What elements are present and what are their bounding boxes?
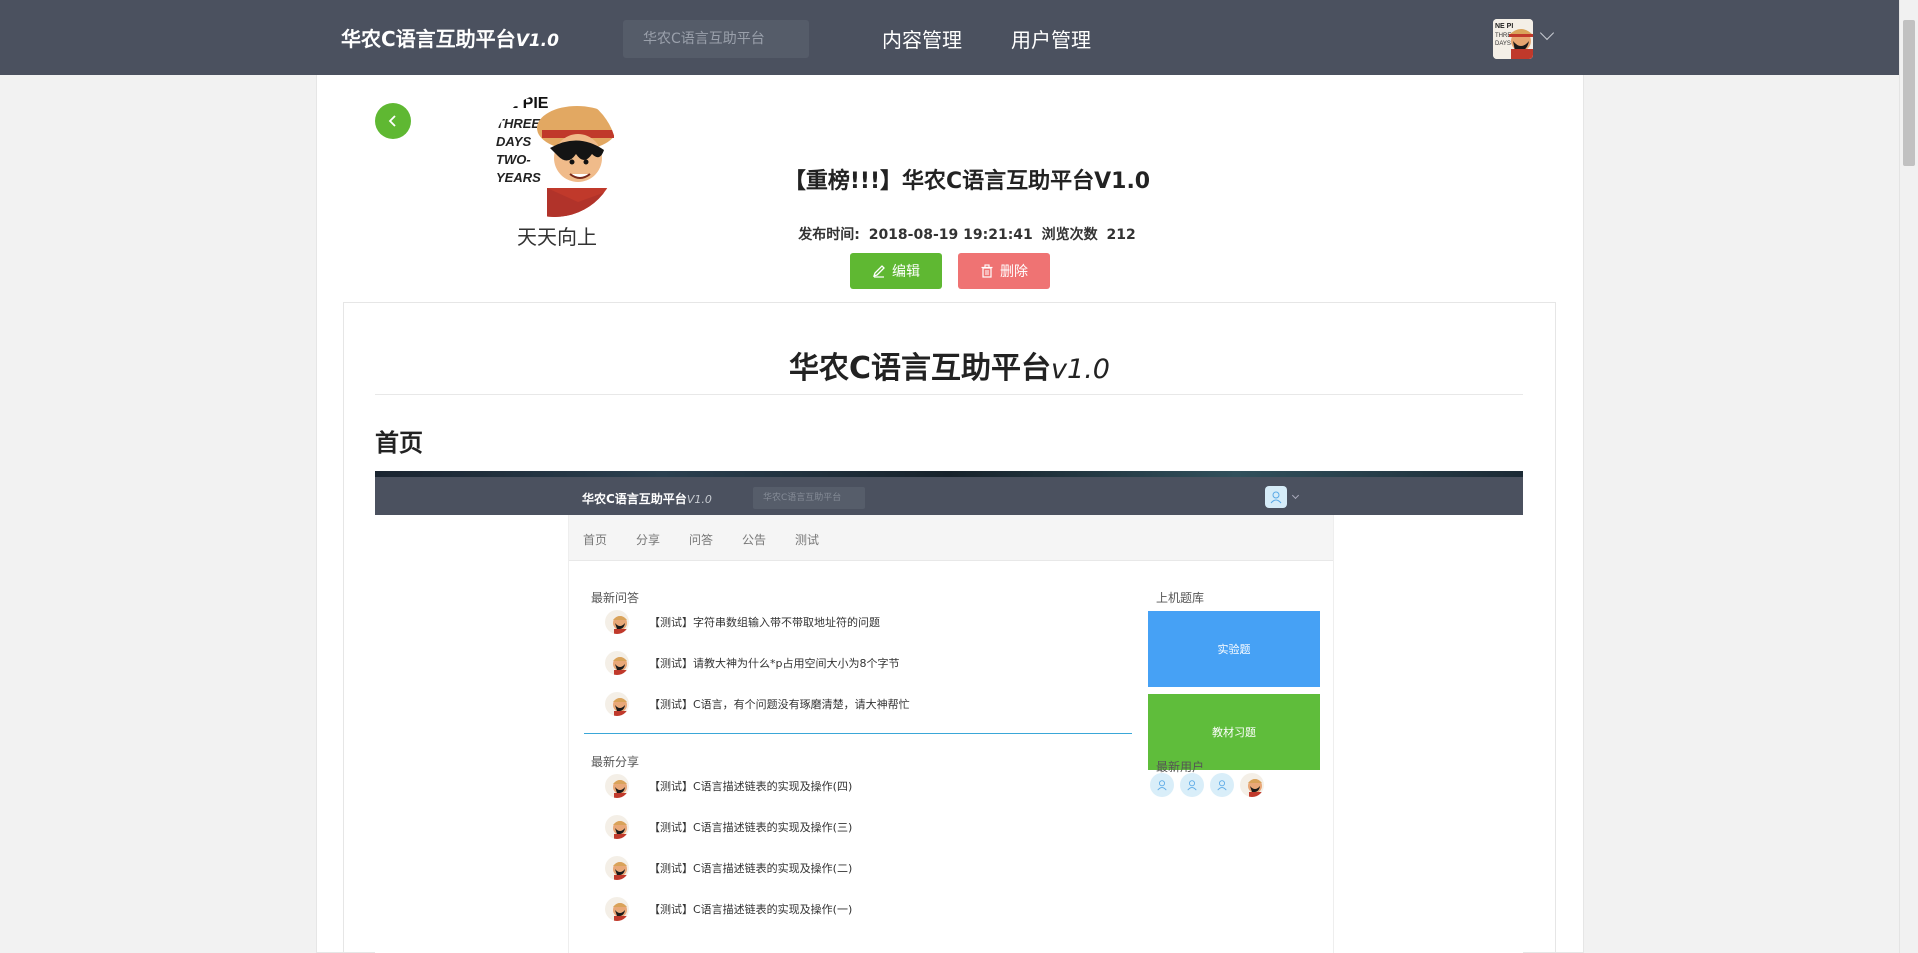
content-heading: 华农C语言互助平台v1.0	[344, 343, 1555, 387]
screenshot-tab: 公告	[742, 533, 767, 547]
svg-text:YEARS: YEARS	[496, 170, 541, 185]
post-content: 华农C语言互助平台v1.0 首页 华农C语言互助平台V1.0 华农C语言互助平台	[343, 302, 1556, 953]
chevron-down-icon	[1291, 491, 1300, 500]
list-item: 【测试】C语言描述链表的实现及操作(一)	[605, 896, 852, 922]
list-item: 【测试】C语言，有个问题没有琢磨清楚，请大神帮忙	[605, 691, 910, 717]
svg-text:THREE: THREE	[496, 116, 540, 131]
top-navbar: 华农C语言互助平台V1.0 华农C语言互助平台 内容管理 用户管理 NE PI …	[0, 0, 1899, 75]
list-item: 【测试】C语言描述链表的实现及操作(四)	[605, 773, 852, 799]
screenshot-tab: 分享	[636, 533, 661, 547]
new-users-list	[1150, 773, 1264, 797]
avatar	[605, 856, 629, 880]
svg-text:DAYS: DAYS	[1495, 41, 1511, 47]
edit-button-label: 编辑	[892, 264, 920, 280]
views-label: 浏览次数	[1041, 227, 1098, 243]
user-icon	[1180, 773, 1204, 797]
list-item-text: 【测试】C语言，有个问题没有琢磨清楚，请大神帮忙	[649, 698, 910, 711]
publish-time: 2018-08-19 19:21:41	[868, 227, 1033, 243]
list-item: 【测试】请教大神为什么*p占用空间大小为8个字节	[605, 650, 899, 676]
post-detail-card: NE PIE THREE DAYS TWO- YEARS 天天向上 【重榜!!!…	[316, 75, 1584, 953]
section-heading: 首页	[375, 429, 423, 457]
screenshot-tabs: 首页 分享 问答 公告 测试	[569, 515, 1333, 561]
section-divider	[584, 733, 1132, 734]
screenshot-share-title: 最新分享	[591, 755, 640, 769]
content-heading-text: 华农C语言互助平台	[789, 351, 1052, 386]
embedded-screenshot: 华农C语言互助平台V1.0 华农C语言互助平台 首页 分享 问答 公告 测试 最…	[375, 471, 1523, 953]
avatar	[605, 692, 629, 716]
avatar	[1240, 773, 1264, 797]
user-avatar[interactable]: NE PI THREE DAYS	[1493, 19, 1533, 59]
author-name[interactable]: 天天向上	[517, 221, 617, 250]
heading-divider	[375, 394, 1523, 395]
nav-content-management[interactable]: 内容管理	[882, 24, 962, 53]
avatar-image-icon: NE PI THREE DAYS	[1493, 19, 1533, 59]
content-heading-version: v1.0	[1051, 354, 1110, 385]
scrollbar-thumb[interactable]	[1903, 20, 1915, 166]
experiment-tile: 实验题	[1148, 611, 1320, 687]
back-button[interactable]	[375, 103, 411, 139]
screenshot-tab: 首页	[583, 533, 608, 547]
post-meta: 发布时间: 2018-08-19 19:21:41 浏览次数 212	[767, 224, 1167, 244]
screenshot-tab: 测试	[795, 533, 820, 547]
views-count: 212	[1106, 227, 1136, 243]
list-item: 【测试】字符串数组输入带不带取地址符的问题	[605, 609, 880, 635]
delete-button-label: 删除	[1000, 264, 1028, 280]
avatar	[605, 610, 629, 634]
author-avatar[interactable]: NE PIE THREE DAYS TWO- YEARS	[492, 92, 617, 217]
screenshot-logo: 华农C语言互助平台V1.0	[582, 490, 712, 507]
screenshot-qa-title: 最新问答	[591, 591, 640, 605]
pencil-icon	[872, 265, 885, 278]
svg-text:DAYS: DAYS	[496, 134, 531, 149]
search-input[interactable]: 华农C语言互助平台	[623, 20, 809, 58]
post-title: 【重榜!!!】华农C语言互助平台V1.0	[783, 169, 1151, 194]
screenshot-tab: 问答	[689, 533, 714, 547]
site-logo-version: V1.0	[515, 31, 559, 51]
list-item: 【测试】C语言描述链表的实现及操作(三)	[605, 814, 852, 840]
list-item: 【测试】C语言描述链表的实现及操作(二)	[605, 855, 852, 881]
list-item-text: 【测试】C语言描述链表的实现及操作(二)	[649, 862, 853, 875]
chevron-down-icon[interactable]	[1539, 25, 1555, 41]
avatar	[605, 651, 629, 675]
trash-icon	[981, 264, 993, 278]
avatar	[605, 774, 629, 798]
edit-button[interactable]: 编辑	[850, 253, 942, 289]
publish-time-label: 发布时间:	[798, 227, 860, 243]
screenshot-bank-title: 上机题库	[1156, 591, 1205, 605]
avatar	[605, 815, 629, 839]
list-item-text: 【测试】请教大神为什么*p占用空间大小为8个字节	[649, 657, 900, 670]
svg-text:NE PI: NE PI	[1495, 23, 1513, 30]
screenshot-logo-text: 华农C语言互助平台	[582, 492, 687, 506]
list-item-text: 【测试】字符串数组输入带不带取地址符的问题	[649, 616, 880, 629]
delete-button[interactable]: 删除	[958, 253, 1050, 289]
site-logo-text: 华农C语言互助平台	[341, 27, 516, 51]
list-item-text: 【测试】C语言描述链表的实现及操作(四)	[649, 780, 853, 793]
screenshot-navbar: 华农C语言互助平台V1.0 华农C语言互助平台	[375, 477, 1523, 520]
svg-text:NE PIE: NE PIE	[496, 95, 549, 112]
svg-text:TWO-: TWO-	[496, 152, 531, 167]
screenshot-logo-version: V1.0	[686, 493, 712, 506]
screenshot-search: 华农C语言互助平台	[753, 487, 865, 509]
list-item-text: 【测试】C语言描述链表的实现及操作(一)	[649, 903, 853, 916]
author-image-icon: NE PIE THREE DAYS TWO- YEARS	[492, 92, 617, 217]
chevron-left-icon	[388, 115, 396, 127]
page-scrollbar[interactable]	[1899, 0, 1918, 953]
user-icon	[1150, 773, 1174, 797]
user-icon	[1210, 773, 1234, 797]
nav-user-management[interactable]: 用户管理	[1011, 24, 1091, 53]
screenshot-page: 首页 分享 问答 公告 测试 最新问答 【测试】字符串数组输入带不带取地址符的问…	[568, 515, 1334, 953]
site-logo[interactable]: 华农C语言互助平台V1.0	[341, 23, 559, 52]
list-item-text: 【测试】C语言描述链表的实现及操作(三)	[649, 821, 853, 834]
user-icon	[1265, 486, 1287, 508]
avatar	[605, 897, 629, 921]
